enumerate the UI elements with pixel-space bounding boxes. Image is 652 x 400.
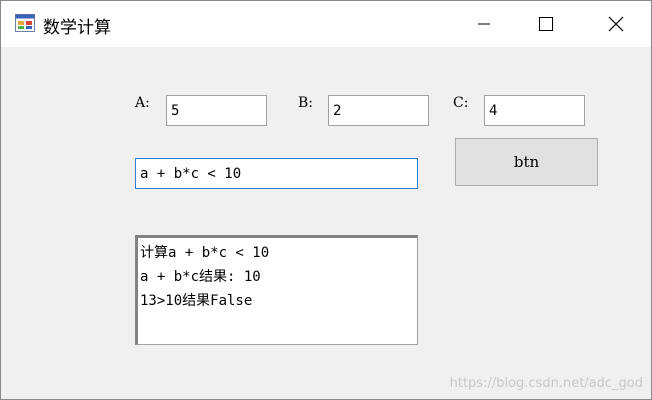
output-line: 13>10结果False	[140, 293, 253, 309]
close-icon	[608, 16, 624, 32]
app-window: 数学计算 A: B: C: btn 计算a + b*c < 10 a + b*c…	[0, 0, 652, 400]
maximize-icon	[539, 17, 553, 31]
watermark: https://blog.csdn.net/adc_god	[449, 376, 643, 391]
close-button[interactable]	[593, 1, 639, 47]
window-title: 数学计算	[43, 18, 111, 38]
result-output[interactable]: 计算a + b*c < 10 a + b*c结果: 10 13>10结果Fals…	[135, 235, 418, 345]
maximize-button[interactable]	[523, 1, 569, 47]
minimize-button[interactable]	[461, 1, 507, 47]
output-line: 计算a + b*c < 10	[140, 245, 270, 261]
label-a: A:	[135, 95, 150, 111]
input-b[interactable]	[328, 95, 429, 126]
output-line: a + b*c结果: 10	[140, 269, 261, 285]
title-bar[interactable]: 数学计算	[1, 1, 651, 47]
input-a[interactable]	[166, 95, 267, 126]
label-c: C:	[453, 95, 469, 111]
app-form-icon	[15, 14, 35, 32]
label-b: B:	[298, 95, 314, 111]
expression-input[interactable]	[135, 158, 418, 189]
minimize-icon	[478, 23, 490, 25]
input-c[interactable]	[484, 95, 585, 126]
calculate-button[interactable]: btn	[455, 138, 598, 186]
